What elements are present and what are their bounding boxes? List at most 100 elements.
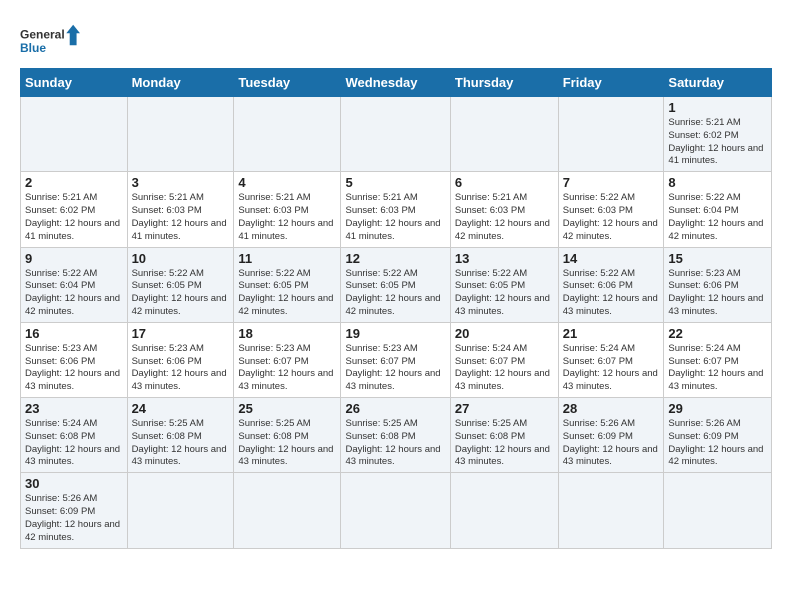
day-number: 13 bbox=[455, 251, 554, 266]
day-info: Sunrise: 5:24 AMSunset: 6:08 PMDaylight:… bbox=[25, 418, 123, 469]
calendar-cell bbox=[127, 473, 234, 548]
calendar-cell: 13 Sunrise: 5:22 AMSunset: 6:05 PMDayligh… bbox=[450, 247, 558, 322]
calendar-week-row: 9Sunrise: 5:22 AMSunset: 6:04 PMDaylight… bbox=[21, 247, 772, 322]
calendar-cell bbox=[234, 473, 341, 548]
calendar-cell: 8Sunrise: 5:22 AMSunset: 6:04 PMDaylight… bbox=[664, 172, 772, 247]
weekday-header-monday: Monday bbox=[127, 69, 234, 97]
calendar-cell bbox=[450, 97, 558, 172]
calendar-cell: 9Sunrise: 5:22 AMSunset: 6:04 PMDaylight… bbox=[21, 247, 128, 322]
day-info: Sunrise: 5:23 AMSunset: 6:06 PMDaylight:… bbox=[668, 268, 767, 319]
calendar-cell: 22Sunrise: 5:24 AMSunset: 6:07 PMDayligh… bbox=[664, 322, 772, 397]
calendar-cell: 6Sunrise: 5:21 AMSunset: 6:03 PMDaylight… bbox=[450, 172, 558, 247]
calendar-week-row: 16Sunrise: 5:23 AMSunset: 6:06 PMDayligh… bbox=[21, 322, 772, 397]
calendar-week-row: 23 Sunrise: 5:24 AMSunset: 6:08 PMDayligh… bbox=[21, 398, 772, 473]
day-number: 28 bbox=[563, 401, 660, 416]
day-info: Sunrise: 5:23 AMSunset: 6:07 PMDaylight:… bbox=[345, 343, 445, 394]
day-number: 10 bbox=[132, 251, 230, 266]
day-number: 29 bbox=[668, 401, 767, 416]
calendar-cell: 14 Sunrise: 5:22 AMSunset: 6:06 PMDayligh… bbox=[558, 247, 664, 322]
calendar-cell: 3 Sunrise: 5:21 AMSunset: 6:03 PMDaylight… bbox=[127, 172, 234, 247]
page-header: General Blue bbox=[20, 20, 772, 62]
calendar-cell: 24 Sunrise: 5:25 AMSunset: 6:08 PMDayligh… bbox=[127, 398, 234, 473]
svg-text:Blue: Blue bbox=[20, 41, 46, 55]
day-info: Sunrise: 5:23 AMSunset: 6:06 PMDaylight:… bbox=[132, 343, 230, 394]
calendar-cell: 23 Sunrise: 5:24 AMSunset: 6:08 PMDayligh… bbox=[21, 398, 128, 473]
day-number: 22 bbox=[668, 326, 767, 341]
day-info: Sunrise: 5:22 AMSunset: 6:05 PMDaylight:… bbox=[455, 268, 554, 319]
calendar-cell: 20 Sunrise: 5:24 AMSunset: 6:07 PMDayligh… bbox=[450, 322, 558, 397]
calendar-cell: 10 Sunrise: 5:22 AMSunset: 6:05 PMDayligh… bbox=[127, 247, 234, 322]
calendar-cell: 5 Sunrise: 5:21 AMSunset: 6:03 PMDaylight… bbox=[341, 172, 450, 247]
calendar-cell bbox=[450, 473, 558, 548]
day-info: Sunrise: 5:24 AMSunset: 6:07 PMDaylight:… bbox=[563, 343, 660, 394]
calendar-cell bbox=[558, 473, 664, 548]
day-number: 20 bbox=[455, 326, 554, 341]
calendar-cell: 11 Sunrise: 5:22 AMSunset: 6:05 PMDayligh… bbox=[234, 247, 341, 322]
day-info: Sunrise: 5:21 AMSunset: 6:03 PMDaylight:… bbox=[345, 192, 445, 243]
day-info: Sunrise: 5:22 AMSunset: 6:05 PMDaylight:… bbox=[345, 268, 445, 319]
day-info: Sunrise: 5:21 AMSunset: 6:03 PMDaylight:… bbox=[238, 192, 336, 243]
weekday-header-friday: Friday bbox=[558, 69, 664, 97]
calendar-cell: 29Sunrise: 5:26 AMSunset: 6:09 PMDayligh… bbox=[664, 398, 772, 473]
day-info: Sunrise: 5:22 AMSunset: 6:04 PMDaylight:… bbox=[25, 268, 123, 319]
day-info: Sunrise: 5:23 AMSunset: 6:06 PMDaylight:… bbox=[25, 343, 123, 394]
day-info: Sunrise: 5:21 AMSunset: 6:03 PMDaylight:… bbox=[132, 192, 230, 243]
calendar-week-row: 30Sunrise: 5:26 AMSunset: 6:09 PMDayligh… bbox=[21, 473, 772, 548]
day-info: Sunrise: 5:21 AMSunset: 6:02 PMDaylight:… bbox=[668, 117, 767, 168]
weekday-header-wednesday: Wednesday bbox=[341, 69, 450, 97]
calendar-week-row: 1 Sunrise: 5:21 AMSunset: 6:02 PMDaylight… bbox=[21, 97, 772, 172]
calendar-cell: 1 Sunrise: 5:21 AMSunset: 6:02 PMDaylight… bbox=[664, 97, 772, 172]
calendar-cell: 18 Sunrise: 5:23 AMSunset: 6:07 PMDayligh… bbox=[234, 322, 341, 397]
day-number: 11 bbox=[238, 251, 336, 266]
day-number: 18 bbox=[238, 326, 336, 341]
day-number: 1 bbox=[668, 100, 767, 115]
day-info: Sunrise: 5:21 AMSunset: 6:02 PMDaylight:… bbox=[25, 192, 123, 243]
calendar-cell: 16Sunrise: 5:23 AMSunset: 6:06 PMDayligh… bbox=[21, 322, 128, 397]
day-number: 23 bbox=[25, 401, 123, 416]
calendar-cell: 28Sunrise: 5:26 AMSunset: 6:09 PMDayligh… bbox=[558, 398, 664, 473]
weekday-header-thursday: Thursday bbox=[450, 69, 558, 97]
day-info: Sunrise: 5:25 AMSunset: 6:08 PMDaylight:… bbox=[238, 418, 336, 469]
day-number: 2 bbox=[25, 175, 123, 190]
calendar-cell: 25Sunrise: 5:25 AMSunset: 6:08 PMDayligh… bbox=[234, 398, 341, 473]
day-number: 3 bbox=[132, 175, 230, 190]
calendar-cell bbox=[234, 97, 341, 172]
weekday-header-sunday: Sunday bbox=[21, 69, 128, 97]
day-number: 27 bbox=[455, 401, 554, 416]
calendar-cell: 27Sunrise: 5:25 AMSunset: 6:08 PMDayligh… bbox=[450, 398, 558, 473]
calendar-cell: 26 Sunrise: 5:25 AMSunset: 6:08 PMDayligh… bbox=[341, 398, 450, 473]
logo-svg: General Blue bbox=[20, 20, 80, 62]
calendar-cell: 17Sunrise: 5:23 AMSunset: 6:06 PMDayligh… bbox=[127, 322, 234, 397]
day-info: Sunrise: 5:22 AMSunset: 6:05 PMDaylight:… bbox=[132, 268, 230, 319]
day-info: Sunrise: 5:25 AMSunset: 6:08 PMDaylight:… bbox=[132, 418, 230, 469]
calendar-cell bbox=[558, 97, 664, 172]
day-info: Sunrise: 5:22 AMSunset: 6:03 PMDaylight:… bbox=[563, 192, 660, 243]
day-info: Sunrise: 5:23 AMSunset: 6:07 PMDaylight:… bbox=[238, 343, 336, 394]
day-info: Sunrise: 5:22 AMSunset: 6:05 PMDaylight:… bbox=[238, 268, 336, 319]
day-number: 4 bbox=[238, 175, 336, 190]
day-number: 12 bbox=[345, 251, 445, 266]
calendar-cell bbox=[341, 473, 450, 548]
day-number: 24 bbox=[132, 401, 230, 416]
day-number: 19 bbox=[345, 326, 445, 341]
logo: General Blue bbox=[20, 20, 80, 62]
calendar-cell bbox=[21, 97, 128, 172]
calendar-cell: 21 Sunrise: 5:24 AMSunset: 6:07 PMDayligh… bbox=[558, 322, 664, 397]
calendar-cell: 30Sunrise: 5:26 AMSunset: 6:09 PMDayligh… bbox=[21, 473, 128, 548]
day-number: 21 bbox=[563, 326, 660, 341]
calendar-cell bbox=[664, 473, 772, 548]
weekday-header-tuesday: Tuesday bbox=[234, 69, 341, 97]
weekday-header-saturday: Saturday bbox=[664, 69, 772, 97]
day-number: 26 bbox=[345, 401, 445, 416]
day-info: Sunrise: 5:22 AMSunset: 6:06 PMDaylight:… bbox=[563, 268, 660, 319]
day-info: Sunrise: 5:22 AMSunset: 6:04 PMDaylight:… bbox=[668, 192, 767, 243]
calendar-cell bbox=[341, 97, 450, 172]
svg-text:General: General bbox=[20, 27, 65, 41]
calendar-cell: 4 Sunrise: 5:21 AMSunset: 6:03 PMDaylight… bbox=[234, 172, 341, 247]
day-info: Sunrise: 5:24 AMSunset: 6:07 PMDaylight:… bbox=[455, 343, 554, 394]
calendar-cell: 2 Sunrise: 5:21 AMSunset: 6:02 PMDaylight… bbox=[21, 172, 128, 247]
day-info: Sunrise: 5:21 AMSunset: 6:03 PMDaylight:… bbox=[455, 192, 554, 243]
day-number: 14 bbox=[563, 251, 660, 266]
day-info: Sunrise: 5:25 AMSunset: 6:08 PMDaylight:… bbox=[345, 418, 445, 469]
day-number: 5 bbox=[345, 175, 445, 190]
